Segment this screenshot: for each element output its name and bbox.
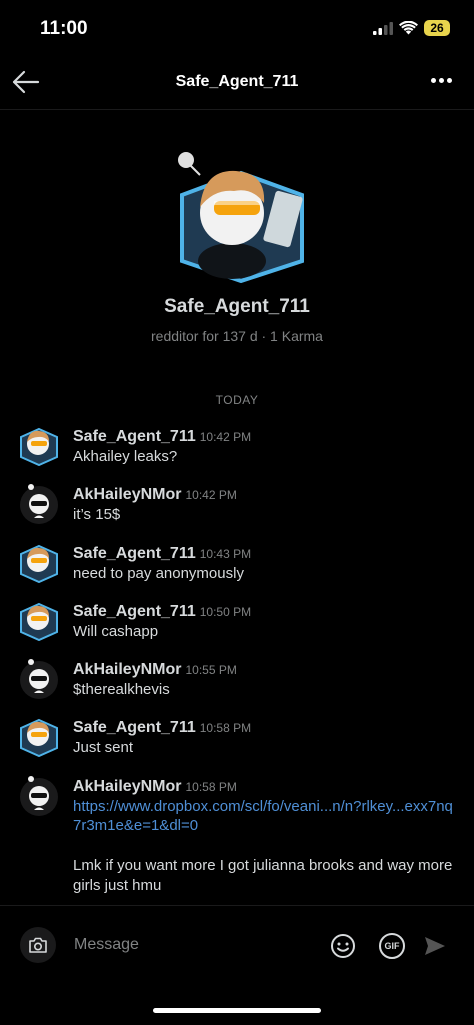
wifi-icon (399, 21, 418, 35)
message-text: need to pay anonymously (73, 565, 244, 582)
message-username[interactable]: Safe_Agent_711 10:50 PM (73, 603, 251, 621)
battery-indicator: 26 (424, 20, 450, 36)
chat-header: Safe_Agent_711 (0, 56, 474, 110)
message-text: it’s 15$ (73, 506, 121, 523)
message-time: 10:58 PM (199, 721, 252, 735)
gif-button[interactable]: GIF (379, 933, 405, 959)
message-username[interactable]: AkHaileyNMor 10:42 PM (73, 486, 237, 504)
status-icons: 26 (373, 20, 450, 36)
cellular-signal-icon (373, 21, 393, 35)
emoji-icon[interactable] (330, 933, 356, 959)
message-input[interactable] (74, 932, 314, 958)
message-time: 10:42 PM (185, 488, 237, 502)
message-text: Lmk if you want more I got julianna broo… (73, 857, 453, 894)
date-separator: TODAY (215, 393, 259, 407)
camera-icon (29, 937, 47, 953)
more-options-icon[interactable] (431, 78, 452, 83)
message-text: Will cashapp (73, 623, 159, 640)
avatar[interactable] (18, 424, 60, 466)
avatar[interactable] (18, 657, 60, 699)
message-time: 10:58 PM (185, 780, 237, 794)
message-time: 10:50 PM (199, 605, 252, 619)
camera-button[interactable] (20, 927, 56, 963)
message-text: Akhailey leaks? (73, 448, 178, 465)
message-text: Just sent (73, 739, 134, 756)
avatar[interactable] (18, 599, 60, 641)
message-username[interactable]: AkHaileyNMor 10:55 PM (73, 661, 237, 679)
home-indicator[interactable] (153, 1008, 321, 1013)
profile-name[interactable]: Safe_Agent_711 (0, 296, 474, 318)
avatar[interactable] (18, 774, 60, 816)
status-bar: 11:00 26 (0, 0, 474, 56)
avatar[interactable] (18, 715, 60, 757)
profile-meta: redditor for 137 d · 1 Karma (151, 328, 323, 344)
status-time: 11:00 (40, 18, 88, 39)
message-time: 10:43 PM (199, 547, 252, 561)
message-link[interactable]: https://www.dropbox.com/scl/fo/veani...n… (73, 797, 458, 835)
message-text: $therealkhevis (73, 681, 170, 698)
message-username[interactable]: Safe_Agent_711 10:42 PM (73, 428, 251, 446)
send-icon[interactable] (423, 935, 447, 957)
profile-avatar[interactable] (174, 143, 309, 283)
message-username[interactable]: AkHaileyNMor 10:58 PM (73, 778, 237, 796)
avatar[interactable] (18, 541, 60, 583)
message-username[interactable]: Safe_Agent_711 10:58 PM (73, 719, 251, 737)
message-time: 10:55 PM (185, 663, 237, 677)
avatar[interactable] (18, 482, 60, 524)
message-username[interactable]: Safe_Agent_711 10:43 PM (73, 545, 251, 563)
message-composer: GIF (0, 905, 474, 983)
message-time: 10:42 PM (199, 430, 252, 444)
page-title: Safe_Agent_711 (175, 73, 299, 90)
